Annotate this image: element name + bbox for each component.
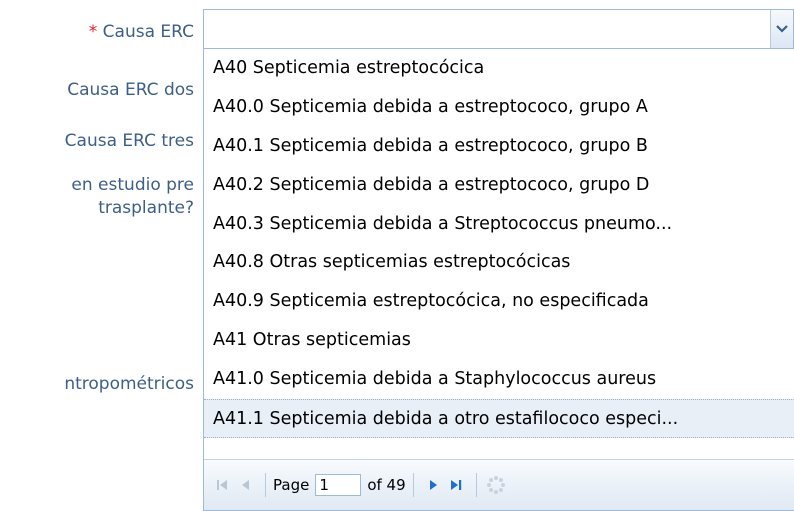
list-item[interactable]: A40.0 Septicemia debida a estreptococo, … <box>204 88 794 127</box>
first-page-icon[interactable] <box>210 473 234 497</box>
antropometricos-label: ntropométricos <box>64 374 194 394</box>
refresh-icon[interactable] <box>484 473 508 497</box>
estudio-label-line1: en estudio pre <box>71 175 194 195</box>
causa-erc-combo[interactable] <box>203 9 794 49</box>
list-item[interactable]: A40.2 Septicemia debida a estreptococo, … <box>204 166 794 205</box>
paging-toolbar: Page of 49 <box>204 459 794 510</box>
pager-separator <box>265 473 266 497</box>
dropdown-list: A40 Septicemia estreptocócica A40.0 Sept… <box>204 49 794 438</box>
list-item[interactable]: A40 Septicemia estreptocócica <box>204 49 794 88</box>
next-page-icon[interactable] <box>421 473 445 497</box>
page-count-label: of 49 <box>367 476 406 494</box>
list-item[interactable]: A40.3 Septicemia debida a Streptococcus … <box>204 205 794 244</box>
list-item[interactable]: A41 Otras septicemias <box>204 321 794 360</box>
pager-separator <box>412 473 414 497</box>
list-item[interactable]: A40.1 Septicemia debida a estreptococo, … <box>204 127 794 166</box>
pager-separator <box>475 473 477 497</box>
required-marker: * <box>88 22 98 42</box>
chevron-down-icon <box>776 25 788 33</box>
list-item[interactable]: A41.0 Septicemia debida a Staphylococcus… <box>204 360 794 399</box>
causa-erc-label-text: Causa ERC <box>102 22 194 42</box>
list-item[interactable]: A40.9 Septicemia estreptocócica, no espe… <box>204 282 794 321</box>
list-item[interactable]: A40.8 Otras septicemias estreptocócicas <box>204 243 794 282</box>
last-page-icon[interactable] <box>445 473 469 497</box>
prev-page-icon[interactable] <box>234 473 258 497</box>
causa-erc-dropdown: A40 Septicemia estreptocócica A40.0 Sept… <box>203 49 794 511</box>
causa-erc-tres-label: Causa ERC tres <box>64 131 194 151</box>
list-item-selected[interactable]: A41.1 Septicemia debida a otro estafiloc… <box>204 399 794 438</box>
causa-erc-label: * Causa ERC <box>89 21 194 44</box>
combo-trigger-button[interactable] <box>770 10 793 48</box>
estudio-label-line2: trasplante? <box>98 198 194 218</box>
page-label: Page <box>273 476 310 494</box>
causa-erc-dos-label: Causa ERC dos <box>67 80 194 100</box>
page-number-input[interactable] <box>315 474 362 496</box>
